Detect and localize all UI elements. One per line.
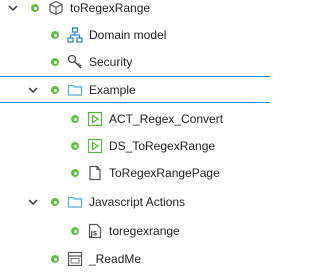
snippet-icon (67, 251, 83, 267)
tree-item-label: toRegexRange (70, 1, 151, 15)
status-dot (51, 255, 59, 263)
status-dot (71, 227, 79, 235)
status-dot (71, 115, 79, 123)
page-icon (89, 165, 101, 181)
project-explorer-tree: toRegexRange Domain model Security Examp… (0, 0, 270, 273)
tree-item-toregexrange-module[interactable]: toRegexRange (0, 0, 270, 22)
microflow-icon (87, 138, 103, 154)
status-dot (31, 4, 39, 12)
tree-item-label: toregexrange (109, 224, 180, 238)
module-icon (49, 0, 63, 16)
tree-item-label: DS_ToRegexRange (109, 139, 216, 153)
tree-item-label: Security (89, 55, 133, 69)
status-dot (71, 142, 79, 150)
status-dot (51, 86, 59, 94)
tree-item-label: Domain model (89, 28, 167, 42)
tree-item-ds-toregexrange[interactable]: DS_ToRegexRange (0, 133, 270, 160)
folder-icon (67, 84, 83, 96)
tree-item-act-regex-convert[interactable]: ACT_Regex_Convert (0, 106, 270, 133)
microflow-icon (87, 111, 103, 127)
tree-item-label: Example (89, 83, 136, 97)
tree-item-domain-model[interactable]: Domain model (0, 22, 270, 49)
chevron-down-icon[interactable] (27, 196, 39, 208)
chevron-down-icon[interactable] (7, 2, 19, 14)
domain-model-icon (67, 27, 83, 43)
chevron-down-icon[interactable] (27, 84, 39, 96)
tree-item-javascript-actions-folder[interactable]: Javascript Actions (0, 189, 270, 216)
tree-item-toregexrangepage[interactable]: ToRegexRangePage (0, 160, 270, 187)
status-dot (71, 169, 79, 177)
tree-item-toregexrange-js[interactable]: JS toregexrange (0, 218, 270, 245)
tree-item-label: _ReadMe (89, 252, 142, 266)
status-dot (51, 58, 59, 66)
status-dot (51, 31, 59, 39)
key-icon (67, 54, 82, 69)
tree-item-readme[interactable]: _ReadMe (0, 246, 270, 273)
tree-item-security[interactable]: Security (0, 49, 270, 76)
svg-text:JS: JS (90, 231, 98, 238)
tree-item-label: ACT_Regex_Convert (109, 112, 224, 126)
tree-item-example-folder[interactable]: Example (0, 76, 270, 103)
javascript-file-icon: JS (88, 223, 102, 239)
status-dot (51, 198, 59, 206)
folder-icon (67, 196, 83, 208)
tree-item-label: ToRegexRangePage (109, 166, 220, 180)
tree-item-label: Javascript Actions (89, 195, 186, 209)
